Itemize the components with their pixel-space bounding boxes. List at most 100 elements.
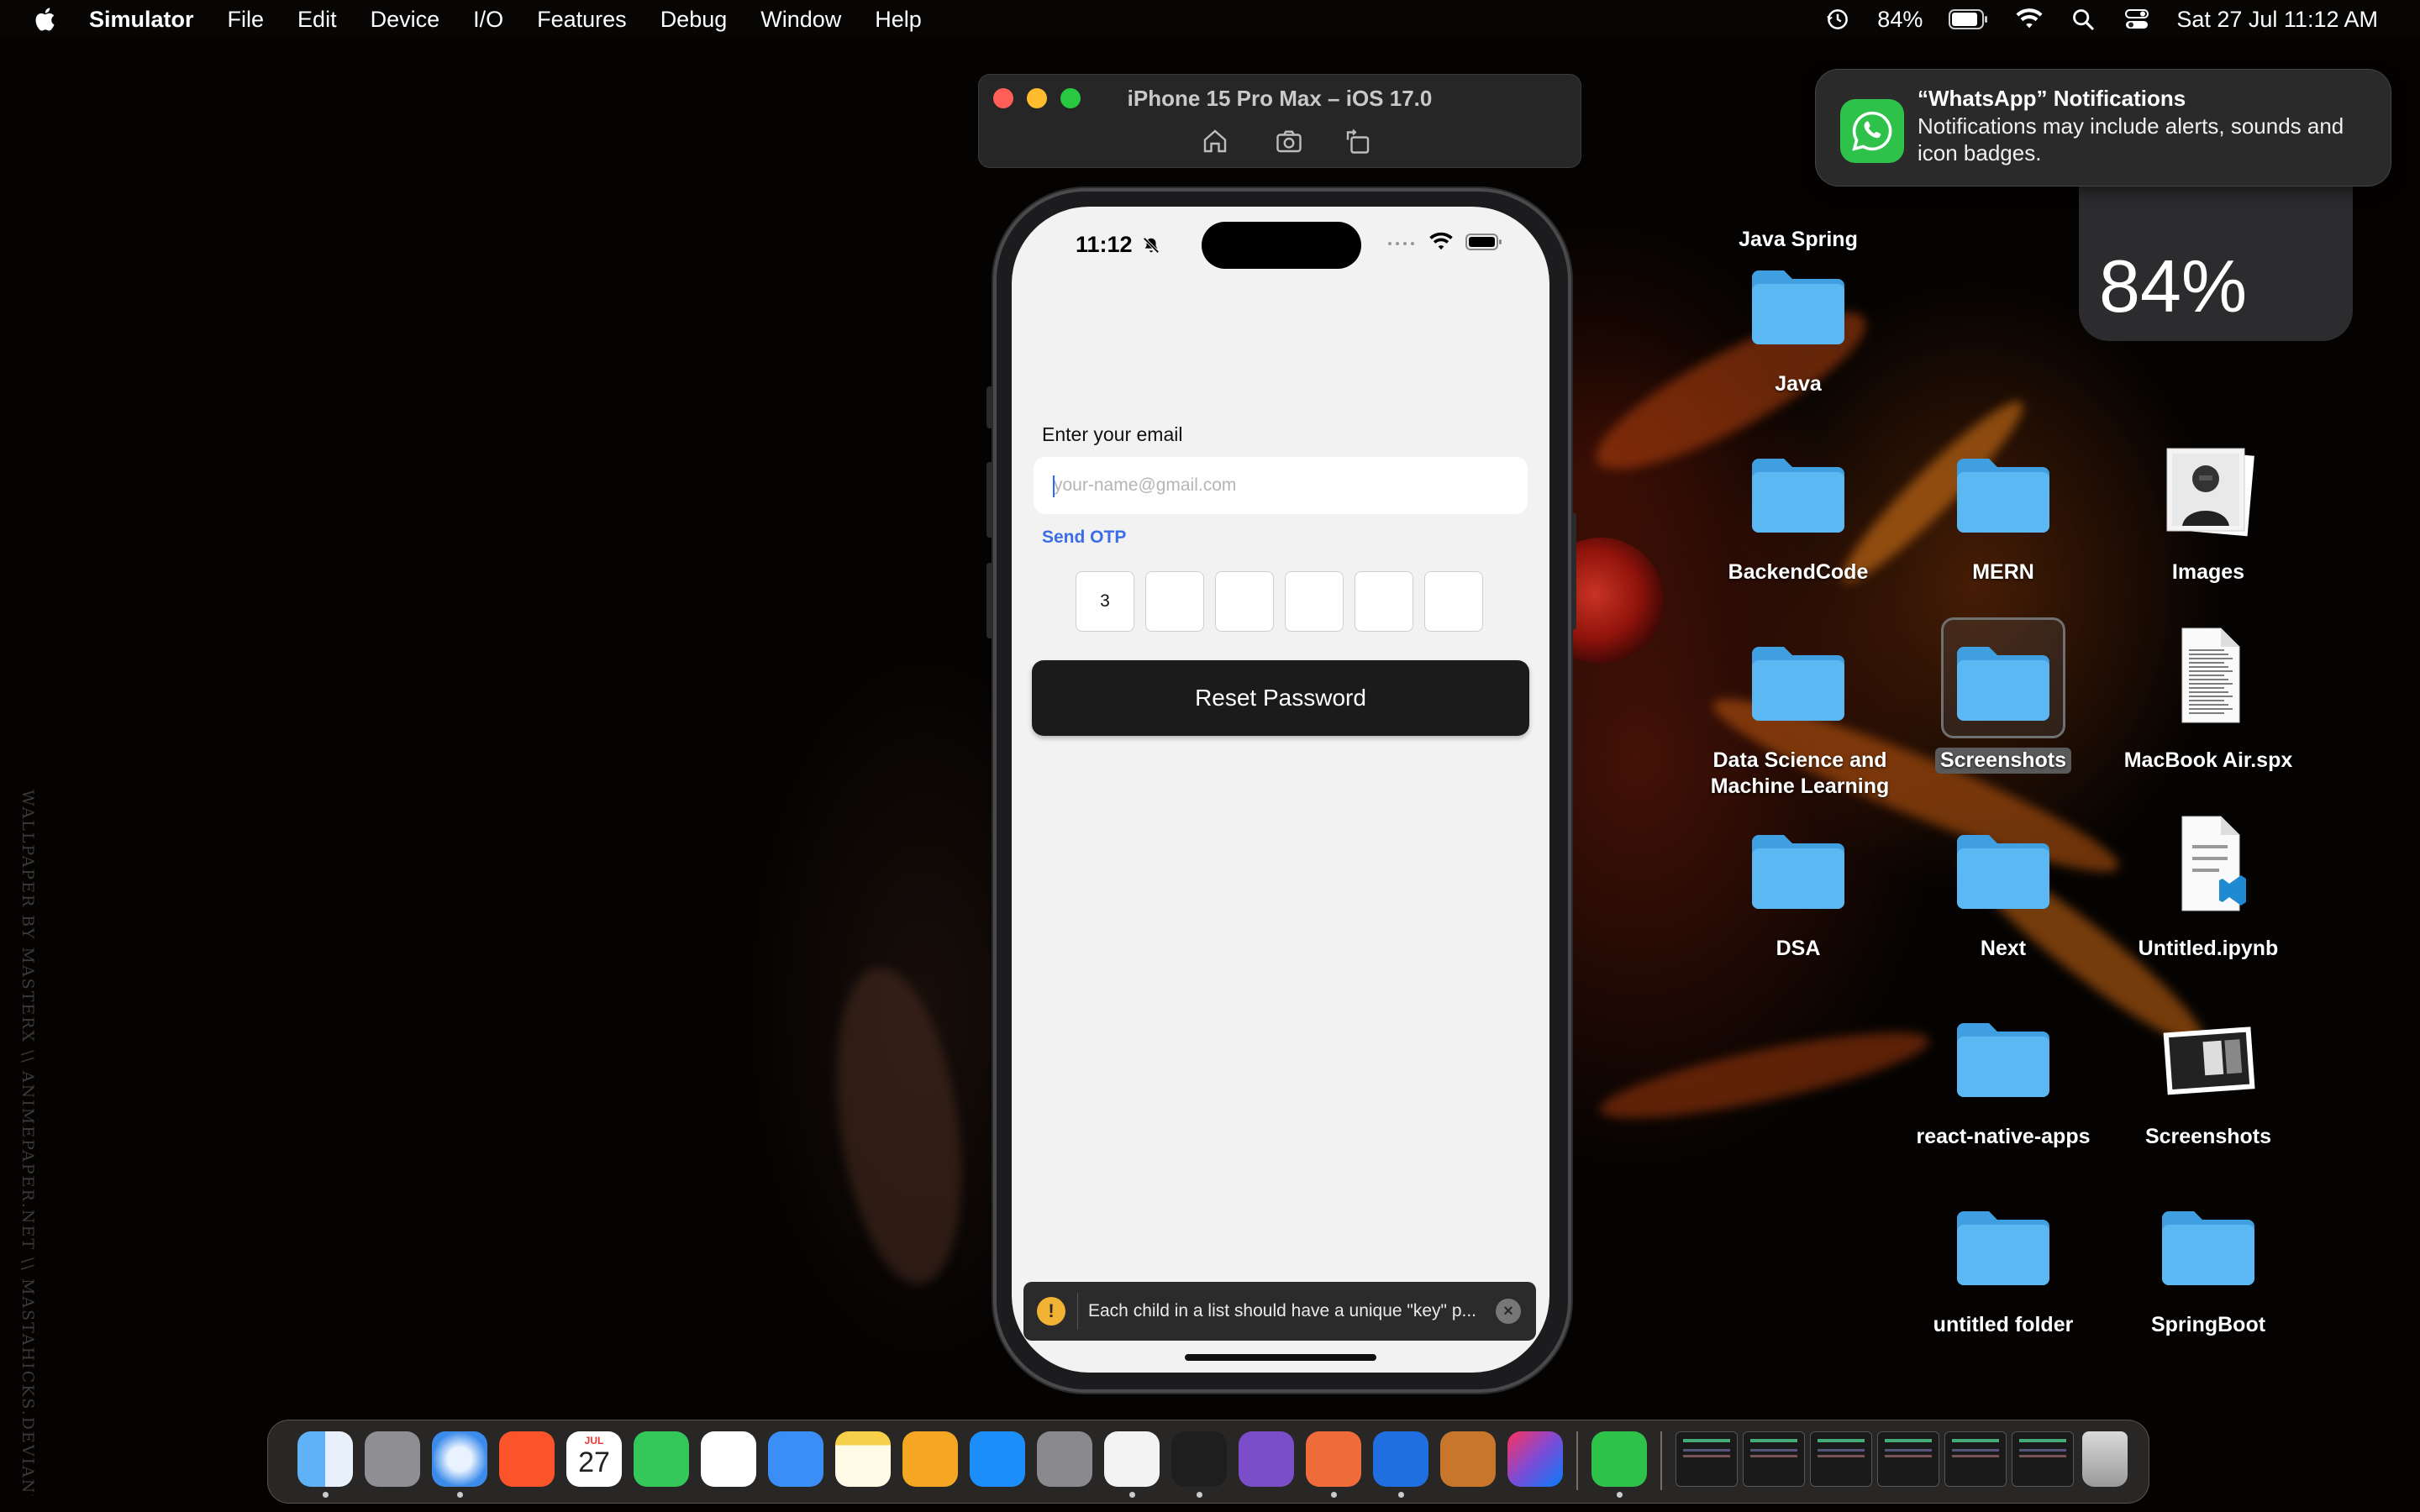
desktop-item-data-science-and-machine-learning[interactable]: Data Science and Machine Learning: [1696, 620, 1901, 800]
home-icon[interactable]: [1200, 126, 1230, 156]
reeder-icon[interactable]: [1440, 1431, 1496, 1487]
folder-icon: [1944, 1184, 2063, 1300]
notebook-icon: [2149, 808, 2268, 924]
terminal-icon[interactable]: [1171, 1431, 1227, 1487]
otp-digit-1[interactable]: 3: [1076, 571, 1134, 632]
wifi-icon: [1429, 232, 1453, 250]
desktop-item-label: BackendCode: [1728, 560, 1869, 584]
github-desktop-icon[interactable]: [1239, 1431, 1294, 1487]
launchpad-icon[interactable]: [365, 1431, 420, 1487]
battery-icon[interactable]: [1948, 7, 1990, 32]
menu-features[interactable]: Features: [537, 7, 627, 33]
running-indicator: [457, 1492, 463, 1498]
minimized-window-thumbnail[interactable]: [2012, 1431, 2074, 1487]
desktop-item-java[interactable]: Java: [1696, 244, 1901, 397]
menu-bar-extras: 84% Sat 27 Jul 11:12 AM: [1823, 0, 2378, 39]
desktop-item-springboot[interactable]: SpringBoot: [2106, 1184, 2311, 1338]
menu-edit[interactable]: Edit: [297, 7, 337, 33]
desktop-item-backendcode[interactable]: BackendCode: [1696, 432, 1901, 585]
menu-help[interactable]: Help: [875, 7, 922, 33]
status-bar-indicators: [1386, 232, 1502, 252]
folder-icon: [1944, 996, 2063, 1112]
time-machine-icon[interactable]: [1823, 7, 1852, 32]
status-time-text: 11:12: [1076, 232, 1133, 257]
finder-icon[interactable]: [297, 1431, 353, 1487]
facetime-icon[interactable]: [634, 1431, 689, 1487]
wifi-icon[interactable]: [2015, 7, 2044, 32]
desktop-item-dsa[interactable]: DSA: [1696, 808, 1901, 962]
menu-debug[interactable]: Debug: [660, 7, 728, 33]
folder-icon: [1739, 244, 1858, 360]
otp-digit-5[interactable]: [1355, 571, 1413, 632]
warning-message: Each child in a list should have a uniqu…: [1088, 1301, 1477, 1320]
desktop-item-macbook-air-spx[interactable]: MacBook Air.spx: [2106, 620, 2311, 774]
send-otp-link[interactable]: Send OTP: [1042, 528, 1126, 548]
notes-icon[interactable]: [835, 1431, 891, 1487]
whatsapp-notification[interactable]: “WhatsApp” Notifications Notifications m…: [1815, 69, 2391, 186]
dock: JUL 27: [267, 1420, 2149, 1504]
battery-percent[interactable]: 84%: [1877, 7, 1923, 33]
desktop-item-next[interactable]: Next: [1901, 808, 2106, 962]
minimized-window-thumbnail[interactable]: [1743, 1431, 1805, 1487]
desktop-item-screenshots[interactable]: Screenshots: [1901, 617, 2106, 774]
whatsapp-icon: [1840, 99, 1904, 163]
whatsapp-icon[interactable]: [1591, 1431, 1647, 1487]
desktop-item-mern[interactable]: MERN: [1901, 432, 2106, 585]
wallpaper-streak: [1595, 1016, 1934, 1135]
otp-digit-6[interactable]: [1424, 571, 1483, 632]
brave-icon[interactable]: [499, 1431, 555, 1487]
desktop-item-label: Next: [1980, 937, 2027, 960]
desktop-item-label: Untitled.ipynb: [2138, 937, 2279, 960]
image-icon: [2149, 996, 2268, 1112]
running-indicator: [1398, 1492, 1404, 1498]
desktop-item-untitled-folder[interactable]: untitled folder: [1901, 1184, 2106, 1338]
system-settings-icon[interactable]: [1037, 1431, 1092, 1487]
search-icon[interactable]: [2069, 7, 2097, 32]
menu-app-name[interactable]: Simulator: [89, 7, 194, 33]
running-indicator: [1331, 1492, 1337, 1498]
desktop-item-screenshots[interactable]: Screenshots: [2106, 996, 2311, 1150]
desktop-item-label: Java: [1775, 372, 1822, 396]
pages-icon[interactable]: [902, 1431, 958, 1487]
minimized-window-thumbnail[interactable]: [1944, 1431, 2007, 1487]
otp-digit-4[interactable]: [1285, 571, 1344, 632]
apple-menu-icon[interactable]: [32, 5, 60, 34]
xcode-icon[interactable]: [1373, 1431, 1428, 1487]
desktop-item-react-native-apps[interactable]: react-native-apps: [1901, 996, 2106, 1150]
menu-file[interactable]: File: [228, 7, 265, 33]
vscode-icon[interactable]: [1104, 1431, 1160, 1487]
minimized-window-thumbnail[interactable]: [1877, 1431, 1939, 1487]
reminders-icon[interactable]: [701, 1431, 756, 1487]
menu-device[interactable]: Device: [371, 7, 440, 33]
control-center-icon[interactable]: [2123, 7, 2151, 32]
menu-clock[interactable]: Sat 27 Jul 11:12 AM: [2176, 7, 2378, 33]
minimized-window-thumbnail[interactable]: [1810, 1431, 1872, 1487]
email-input[interactable]: [1034, 457, 1528, 514]
rotate-icon[interactable]: [1343, 126, 1373, 156]
app-store-icon[interactable]: [970, 1431, 1025, 1487]
intellij-icon[interactable]: [1507, 1431, 1563, 1487]
minimized-window-thumbnail[interactable]: [1676, 1431, 1738, 1487]
safari-icon[interactable]: [432, 1431, 487, 1487]
desktop-item-untitled-ipynb[interactable]: Untitled.ipynb: [2106, 808, 2311, 962]
close-icon[interactable]: ×: [1496, 1299, 1521, 1324]
logbox-warning-toast[interactable]: ! Each child in a list should have a uni…: [1023, 1282, 1536, 1341]
home-indicator[interactable]: [1185, 1354, 1376, 1361]
reset-password-button[interactable]: Reset Password: [1032, 660, 1529, 736]
postman-icon[interactable]: [1306, 1431, 1361, 1487]
running-indicator: [1129, 1492, 1135, 1498]
menu-io[interactable]: I/O: [473, 7, 503, 33]
screenshot-icon[interactable]: [1274, 126, 1304, 156]
otp-digit-3[interactable]: [1215, 571, 1274, 632]
dynamic-island: [1202, 222, 1361, 269]
running-indicator: [1197, 1492, 1202, 1498]
calendar-icon[interactable]: JUL 27: [566, 1431, 622, 1487]
desktop-item-label: SpringBoot: [2150, 1313, 2266, 1336]
desktop-item-images[interactable]: Images: [2106, 432, 2311, 585]
simulator-window-toolbar: iPhone 15 Pro Max – iOS 17.0: [978, 74, 1581, 168]
otp-digit-2[interactable]: [1145, 571, 1204, 632]
menu-window[interactable]: Window: [760, 7, 841, 33]
trash-icon[interactable]: [2082, 1431, 2128, 1487]
iphone-screen: 11:12 Enter your email Send OTP 3 Reset …: [1012, 207, 1549, 1373]
mail-icon[interactable]: [768, 1431, 823, 1487]
